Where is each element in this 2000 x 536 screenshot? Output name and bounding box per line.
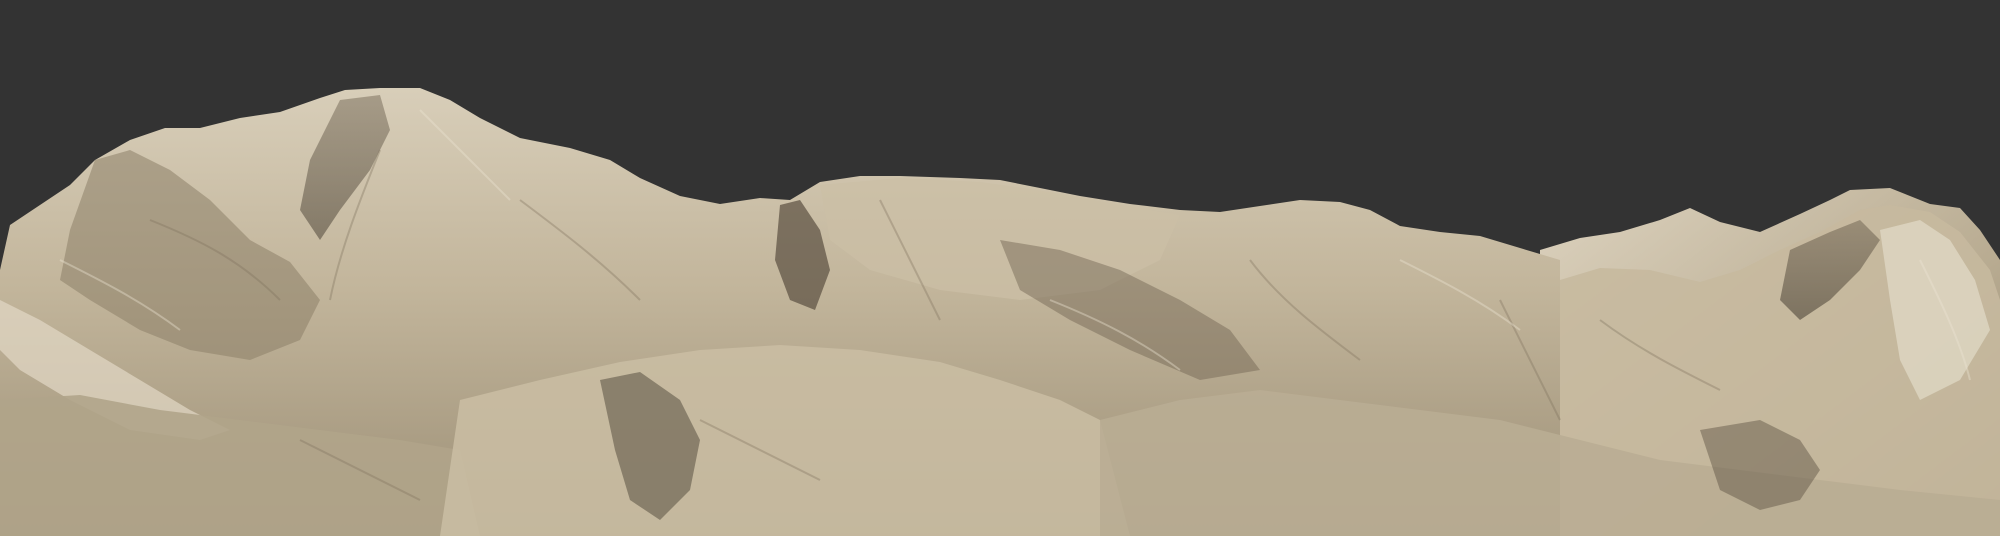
terrain-scene (0, 0, 2000, 536)
terrain-render (0, 0, 2000, 536)
